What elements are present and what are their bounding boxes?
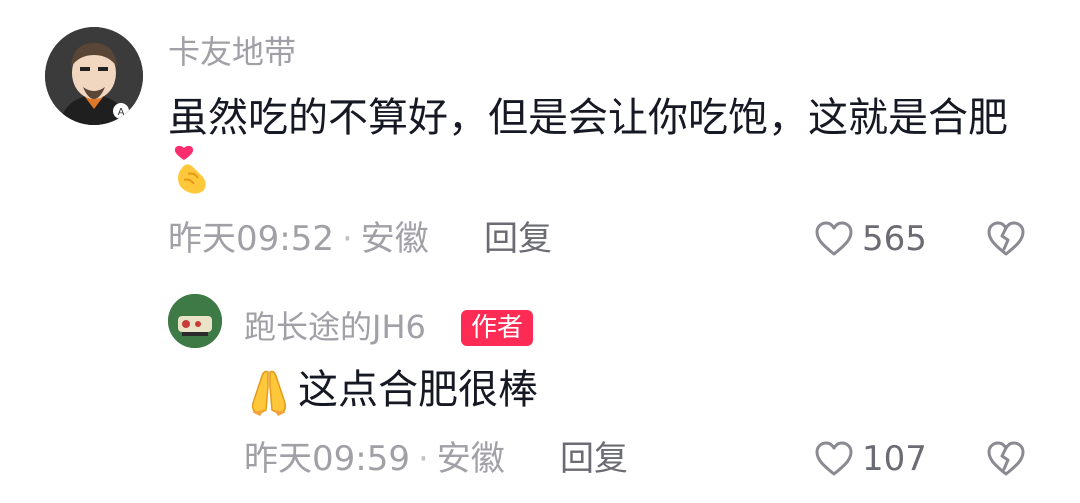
heart-outline-icon[interactable] [814, 220, 854, 258]
separator: · [341, 219, 353, 259]
reply-meta: 昨天09:59 · 安徽 [244, 436, 505, 482]
reply-avatar[interactable] [168, 294, 222, 348]
reply-button[interactable]: 回复 [484, 216, 552, 262]
reply-like-count: 107 [862, 439, 927, 479]
comment-username[interactable]: 卡友地带 [168, 30, 296, 74]
broken-heart-icon[interactable] [986, 219, 1026, 259]
comment-text: 虽然吃的不算好，但是会让你吃饱，这就是合肥 [168, 95, 1008, 141]
comment-time: 昨天09:52 [168, 219, 334, 259]
separator: · [417, 439, 429, 479]
reply-username[interactable]: 跑长途的JH6 [244, 305, 426, 349]
author-badge: 作者 [461, 310, 534, 346]
avatar-image: A [45, 27, 143, 125]
svg-text:A: A [118, 107, 125, 118]
like-count: 565 [862, 219, 927, 259]
reply-time: 昨天09:59 [244, 439, 410, 479]
pray-emoji-icon [244, 366, 294, 418]
broken-heart-icon[interactable] [986, 439, 1026, 479]
reply-reply-button[interactable]: 回复 [560, 436, 628, 482]
reply-text: 这点合肥很棒 [298, 367, 538, 413]
reply-location: 安徽 [436, 439, 505, 479]
heart-hand-emoji-icon [168, 144, 216, 196]
comment-meta: 昨天09:52 · 安徽 [168, 216, 429, 262]
reply-avatar-image [168, 294, 222, 348]
heart-outline-icon[interactable] [814, 440, 854, 478]
avatar[interactable]: A [45, 27, 143, 125]
comment-location: 安徽 [360, 219, 429, 259]
